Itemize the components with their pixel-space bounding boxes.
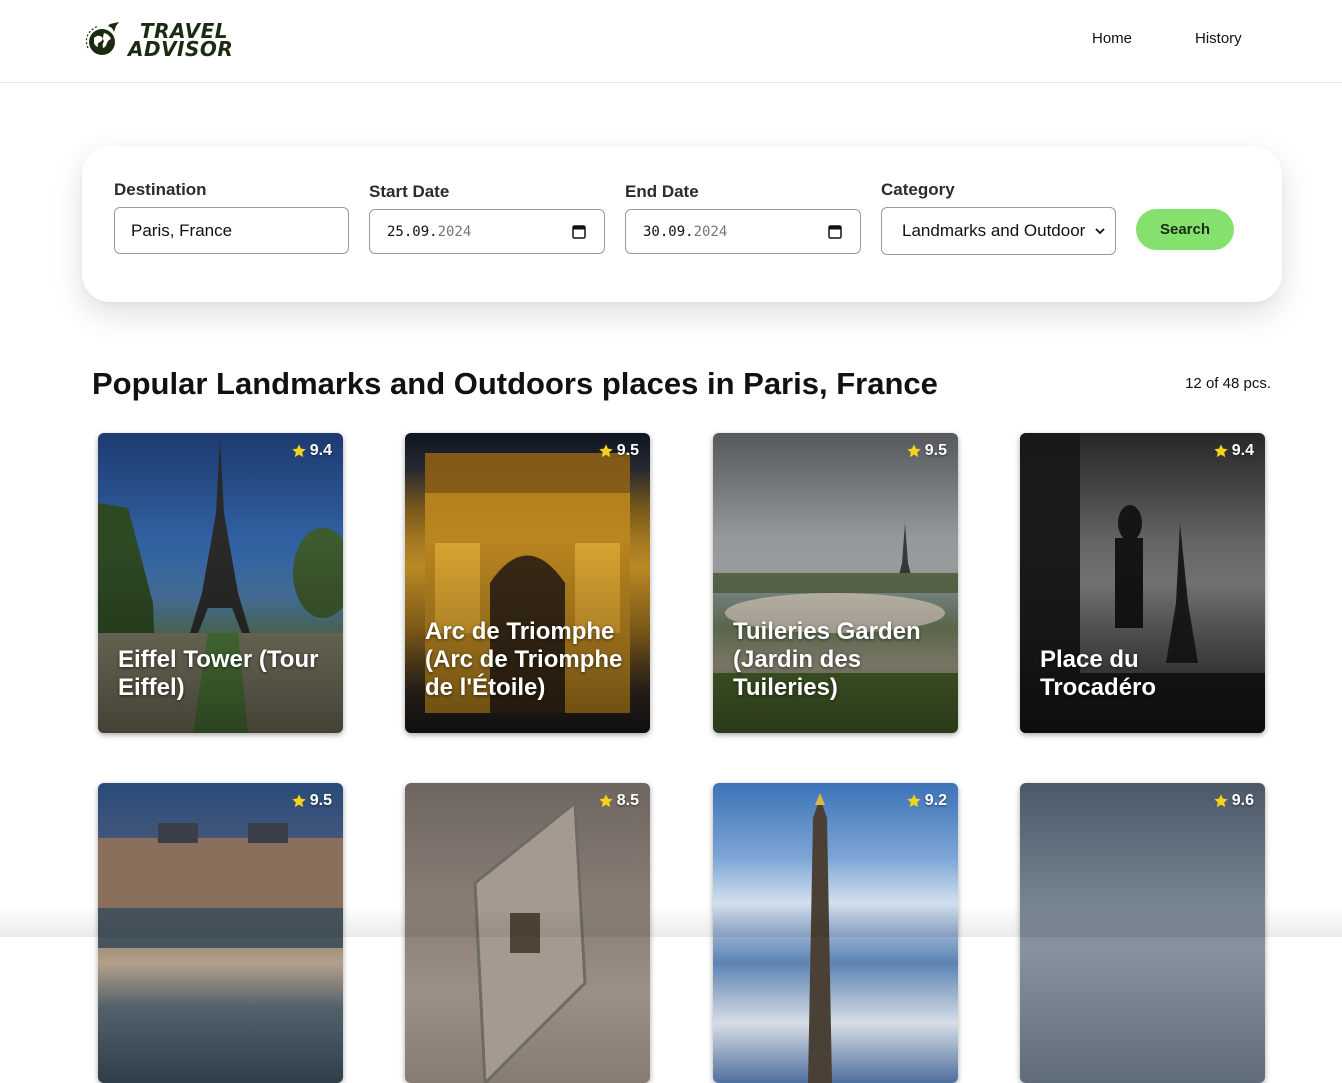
place-card[interactable]: 9.4 Place du Trocadéro [1020,433,1265,733]
star-icon [599,794,613,808]
end-date-input[interactable]: 30.09. 2024 [625,209,861,254]
destination-input[interactable] [114,207,349,254]
brand-wordmark: TRAVEL ADVISOR [128,21,234,61]
luxembourg-photo [98,823,343,948]
louvre-photo [473,800,587,1083]
start-date-year: 2024 [437,223,472,240]
star-icon [907,444,921,458]
end-date-day-month: 30.09. [643,223,694,240]
place-title: Place du Trocadéro [1040,646,1157,701]
calendar-icon[interactable] [828,224,842,239]
start-date-label: Start Date [369,182,450,201]
obelisk-photo [808,793,832,1083]
place-title: Eiffel Tower (Tour Eiffel) [118,646,319,701]
rating-badge: 9.4 [291,442,332,460]
start-date-input[interactable]: 25.09. 2024 [369,209,605,254]
place-card[interactable]: 9.5 [98,783,343,1083]
place-card[interactable]: 9.5 Tuileries Garden (Jardin des Tuileri… [713,433,958,733]
rating-value: 9.4 [1231,442,1254,459]
place-image [98,783,343,1083]
results-count: 12 of 48 pcs. [1185,375,1271,392]
place-image [405,783,650,1083]
star-icon [292,794,306,808]
rating-value: 9.5 [309,792,332,809]
star-icon [1214,444,1228,458]
rating-value: 9.2 [924,792,947,809]
category-selected-value: Landmarks and Outdoors [902,221,1086,240]
end-date-label: End Date [625,182,699,201]
star-icon [599,444,613,458]
category-select[interactable]: Landmarks and Outdoors [881,207,1116,255]
start-date-day-month: 25.09. [387,223,438,240]
rating-badge: 9.5 [906,442,947,460]
nav-home-link[interactable]: Home [1092,30,1132,47]
place-image [713,783,958,1083]
category-label: Category [881,180,955,199]
rating-value: 9.4 [309,442,332,459]
rating-value: 9.5 [616,442,639,459]
place-card[interactable]: 8.5 [405,783,650,1083]
chevron-down-icon [1095,228,1105,235]
star-icon [907,794,921,808]
brand-logo[interactable]: TRAVEL ADVISOR [80,18,233,62]
star-icon [1214,794,1228,808]
globe-plane-icon [85,22,119,55]
place-title: Tuileries Garden (Jardin des Tuileries) [733,618,921,701]
place-image [1020,783,1265,1083]
rating-badge: 9.5 [291,792,332,810]
calendar-icon[interactable] [572,224,586,239]
place-title: Arc de Triomphe (Arc de Triomphe de l'Ét… [425,618,623,701]
place-card[interactable]: 9.2 [713,783,958,1083]
destination-label: Destination [114,180,207,199]
star-icon [292,444,306,458]
top-header: TRAVEL ADVISOR Home History [0,0,1342,83]
rating-value: 9.5 [924,442,947,459]
search-button[interactable]: Search [1136,209,1234,250]
search-panel: Destination Start Date 25.09.2024 End Da… [82,146,1282,302]
rating-badge: 9.2 [906,792,947,810]
nav-history-link[interactable]: History [1195,30,1242,47]
rating-badge: 9.6 [1213,792,1254,810]
results-title: Popular Landmarks and Outdoors places in… [92,366,938,401]
rating-value: 9.6 [1231,792,1254,809]
place-card[interactable]: 9.5 Arc de Triomphe (Arc de Triomphe de … [405,433,650,733]
place-card[interactable]: 9.4 Eiffel Tower (Tour Eiffel) [98,433,343,733]
rating-badge: 9.5 [598,442,639,460]
brand-line-2: ADVISOR [128,37,234,61]
end-date-year: 2024 [693,223,728,240]
rating-badge: 9.4 [1213,442,1254,460]
rating-badge: 8.5 [598,792,639,810]
place-card[interactable]: 9.6 [1020,783,1265,1083]
rating-value: 8.5 [616,792,639,809]
